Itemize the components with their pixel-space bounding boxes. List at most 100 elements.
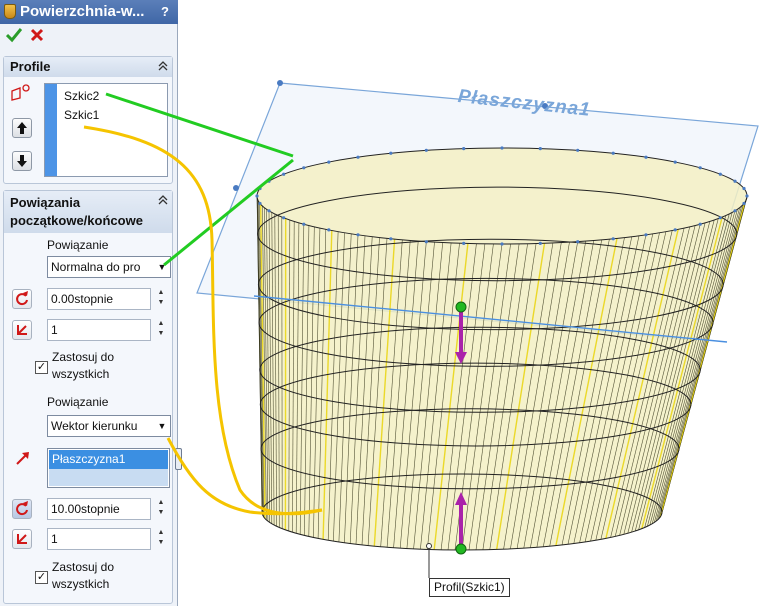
arrow-down-icon: [17, 155, 27, 167]
move-up-button[interactable]: [12, 118, 32, 138]
end-apply-all-line2: wszystkich: [52, 577, 110, 591]
double-chevron-up-icon[interactable]: [158, 61, 168, 71]
rim-vertex: [327, 228, 331, 232]
red-arrow-icon: [16, 452, 29, 465]
rim-vertex: [742, 186, 746, 191]
start-length-field[interactable]: 1: [47, 319, 151, 341]
end-length-field[interactable]: 1: [47, 528, 151, 550]
rim-vertex: [698, 222, 702, 226]
dropdown-arrow-icon[interactable]: ▼: [154, 257, 170, 277]
profile-header-label: Profile: [10, 59, 51, 74]
panel-title: Powierzchnia-w...: [20, 3, 145, 20]
double-chevron-up-icon[interactable]: [158, 195, 168, 205]
loft-surface-window: Powierzchnia-w... ? Profile Szkic2 Szkic…: [0, 0, 760, 606]
help-button[interactable]: ?: [157, 4, 173, 20]
rim-vertex: [673, 228, 677, 232]
rim-vertex: [576, 148, 580, 152]
rim-vertex: [538, 241, 542, 245]
rim-vertex: [698, 166, 702, 170]
start-angle-field[interactable]: 0.00stopnie: [47, 288, 151, 310]
rim-vertex: [500, 242, 504, 246]
profile-callout[interactable]: Profil(Szkic1): [429, 578, 510, 597]
rim-vertex: [462, 241, 466, 245]
rim-vertex: [424, 240, 428, 244]
end-angle-spinner[interactable]: ▲ ▼: [155, 498, 167, 520]
rim-vertex: [302, 166, 306, 170]
cancel-cross-icon[interactable]: [29, 27, 45, 43]
rim-vertex: [356, 155, 360, 159]
rim-vertex: [742, 201, 746, 206]
profile-item-szkic2[interactable]: Szkic2: [64, 89, 99, 103]
rim-vertex: [302, 222, 306, 226]
dropdown-arrow-icon[interactable]: ▼: [154, 416, 170, 436]
rim-vertex: [462, 147, 466, 151]
rim-vertex: [282, 216, 286, 220]
end-angle-field[interactable]: 10.00stopnie: [47, 498, 151, 520]
start-tangent-length-icon: [12, 320, 32, 340]
end-reverse-direction-button[interactable]: [12, 499, 32, 519]
rim-vertex: [267, 209, 271, 213]
rim-vertex: [611, 151, 615, 155]
rim-vertex: [644, 155, 648, 159]
start-end-constraints-group: Powiązania początkowe/końcowe Powiązanie…: [3, 190, 173, 604]
end-apply-all-label: Zastosuj do wszystkich: [52, 559, 114, 593]
start-constraint-dropdown[interactable]: Normalna do pro ▼: [47, 256, 171, 278]
direction-vector-list[interactable]: Płaszczyzna1: [47, 448, 170, 488]
circular-arrow-icon: [16, 291, 28, 306]
rim-vertex: [327, 160, 331, 164]
direction-vector-item[interactable]: Płaszczyzna1: [49, 450, 168, 469]
circular-arrow-icon: [16, 501, 28, 516]
rim-vertex: [424, 148, 428, 152]
start-constraint-value: Normalna do pro: [51, 260, 141, 274]
start-angle-spinner[interactable]: ▲ ▼: [155, 288, 167, 310]
rim-vertex: [733, 209, 737, 213]
ok-check-icon[interactable]: [6, 27, 22, 43]
direction-vector-empty-row: [49, 469, 168, 486]
start-apply-all-label: Zastosuj do wszystkich: [52, 349, 114, 383]
constraints-group-header[interactable]: Powiązania początkowe/końcowe: [4, 191, 172, 233]
end-constraint-dropdown[interactable]: Wektor kierunku ▼: [47, 415, 171, 437]
profile-list-selection-bar: [45, 84, 57, 176]
rim-vertex: [538, 147, 542, 151]
profile-group-header[interactable]: Profile: [4, 57, 172, 77]
rim-vertex: [389, 237, 393, 241]
end-tangent-length-icon: [12, 529, 32, 549]
profile-sketch-icon: [11, 84, 30, 101]
property-manager-panel: Powierzchnia-w... ? Profile Szkic2 Szkic…: [0, 0, 178, 606]
rim-vertex: [745, 194, 749, 198]
rim-vertex: [258, 186, 262, 191]
end-apply-all-line1: Zastosuj do: [52, 560, 115, 574]
end-apply-all-checkbox[interactable]: ✓: [35, 571, 48, 584]
profile-item-szkic1[interactable]: Szkic1: [64, 108, 99, 122]
move-down-button[interactable]: [12, 151, 32, 171]
start-length-spinner[interactable]: ▲ ▼: [155, 319, 167, 341]
rim-vertex: [500, 146, 504, 150]
rim-vertex: [267, 179, 271, 183]
start-apply-all-line2: wszystkich: [52, 367, 110, 381]
rim-vertex: [389, 151, 393, 155]
end-constraint-label: Powiązanie: [47, 395, 109, 409]
start-apply-all-checkbox[interactable]: ✓: [35, 361, 48, 374]
end-constraint-value: Wektor kierunku: [51, 419, 138, 433]
rim-vertex: [258, 201, 262, 206]
rim-vertex: [644, 233, 648, 237]
rim-vertex: [718, 172, 722, 176]
rim-vertex: [673, 160, 677, 164]
constraints-header-line2: początkowe/końcowe: [10, 213, 143, 228]
rim-vertex: [255, 194, 259, 198]
red-arrow-icon: [17, 534, 27, 544]
loft-surface-mesh[interactable]: [253, 146, 749, 551]
rim-vertex: [282, 172, 286, 176]
rim-vertex: [356, 233, 360, 237]
rim-vertex: [611, 237, 615, 241]
title-bar: Powierzchnia-w... ?: [0, 0, 178, 24]
rim-vertex: [718, 216, 722, 220]
graphics-viewport[interactable]: Płaszczyzna1: [179, 0, 760, 606]
constraints-header-line1: Powiązania: [10, 195, 81, 210]
rim-vertex: [733, 179, 737, 183]
start-apply-all-line1: Zastosuj do: [52, 350, 115, 364]
reverse-direction-button[interactable]: [12, 289, 32, 309]
end-length-spinner[interactable]: ▲ ▼: [155, 528, 167, 550]
profile-list[interactable]: Szkic2 Szkic1: [44, 83, 168, 177]
profile-group: Profile Szkic2 Szkic1: [3, 56, 173, 184]
